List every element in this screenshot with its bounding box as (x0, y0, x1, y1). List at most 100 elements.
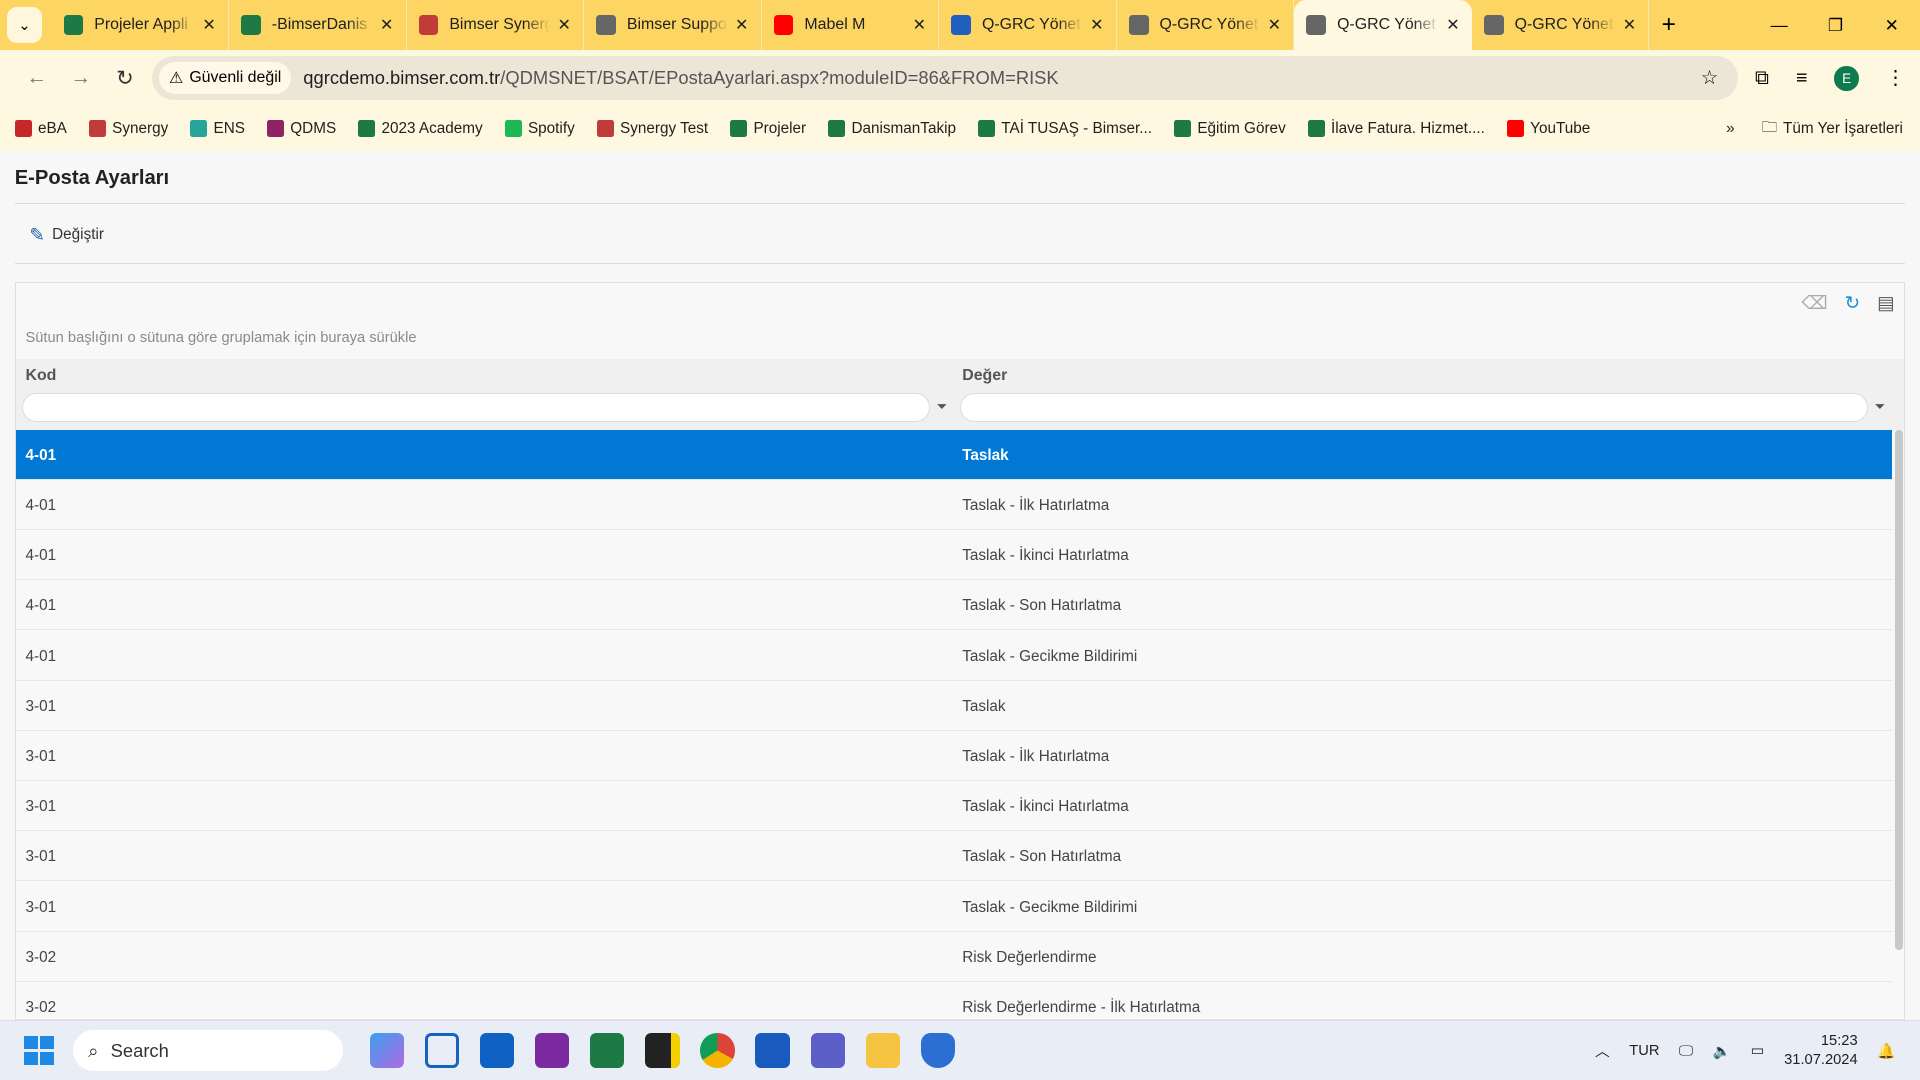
taskbar-search[interactable]: ⌕ Search (73, 1029, 343, 1072)
bookmark-item[interactable]: Eğitim Görev (1174, 120, 1286, 138)
browser-tab[interactable]: Projeler Appli ✕ (51, 0, 229, 51)
restore-button[interactable]: ❐ (1807, 0, 1863, 50)
bookmark-item[interactable]: Synergy Test (596, 120, 708, 138)
table-row[interactable]: 3-01 Taslak - İkinci Hatırlatma (15, 781, 1893, 832)
close-window-button[interactable]: ✕ (1864, 0, 1920, 50)
close-tab-icon[interactable]: ✕ (1446, 15, 1459, 35)
table-row[interactable]: 4-01 Taslak - Son Hatırlatma (15, 580, 1893, 631)
bookmark-item[interactable]: Spotify (504, 120, 575, 138)
close-tab-icon[interactable]: ✕ (913, 15, 926, 35)
table-row[interactable]: 3-01 Taslak (15, 681, 1893, 731)
close-tab-icon[interactable]: ✕ (1268, 15, 1281, 35)
excel-icon[interactable] (590, 1033, 625, 1068)
word-icon[interactable] (755, 1033, 790, 1068)
all-bookmarks-folder[interactable]: 🗀 Tüm Yer İşaretleri (1762, 116, 1903, 142)
cell-deger: Taslak (962, 446, 1009, 464)
table-row[interactable]: 4-01 Taslak (15, 429, 1893, 480)
bookmark-item[interactable]: İlave Fatura. Hizmet.... (1307, 120, 1485, 138)
browser-tab[interactable]: Bimser Synerg ✕ (407, 0, 585, 51)
bookmark-favicon-icon (190, 119, 208, 138)
language-indicator[interactable]: TUR (1629, 1043, 1659, 1059)
page-content: E-Posta Ayarları ✎ Değiştir ⌫ ↻ ▤ Sütun b… (0, 150, 1920, 1032)
bookmark-item[interactable]: eBA (14, 120, 67, 138)
volume-icon[interactable]: 🔈 (1713, 1042, 1731, 1060)
filter-icon[interactable]: ⏷ (937, 399, 948, 415)
widgets-icon[interactable] (424, 1033, 460, 1068)
column-header-deger[interactable]: Değer (962, 367, 1007, 385)
close-tab-icon[interactable]: ✕ (1090, 15, 1103, 35)
vertical-scrollbar[interactable] (1894, 429, 1904, 950)
table-row[interactable]: 4-01 Taslak - Gecikme Bildirimi (15, 630, 1893, 681)
filter-icon[interactable]: ⏷ (1874, 399, 1885, 415)
table-row[interactable]: 3-01 Taslak - İlk Hatırlatma (15, 731, 1893, 781)
kod-filter-input[interactable] (21, 392, 931, 423)
table-row[interactable]: 4-01 Taslak - İlk Hatırlatma (15, 480, 1893, 530)
close-tab-icon[interactable]: ✕ (1623, 15, 1636, 35)
new-tab-button[interactable]: + (1662, 11, 1676, 39)
browser-tab[interactable]: Q-GRC Yönet ✕ (939, 0, 1117, 51)
show-hidden-icons[interactable]: ︿ (1595, 1040, 1610, 1061)
notifications-icon[interactable]: 🔔 (1877, 1042, 1895, 1060)
extensions-icon[interactable]: ⧉ (1755, 67, 1769, 90)
minimize-button[interactable]: — (1751, 0, 1807, 50)
teams-icon[interactable] (810, 1033, 845, 1068)
media-control-icon[interactable]: ≡ (1796, 67, 1807, 90)
tab-strip: ⌄ Projeler Appli ✕ -BimserDanis ✕ Bimser Syn… (0, 0, 1920, 51)
table-row[interactable]: 3-01 Taslak - Son Hatırlatma (15, 831, 1893, 882)
browser-tab[interactable]: Q-GRC Yönet ✕ (1472, 0, 1650, 51)
onenote-icon[interactable] (535, 1033, 570, 1068)
bookmark-item[interactable]: DanismanTakip (828, 120, 956, 138)
excel-icon (241, 15, 261, 35)
copilot-icon[interactable] (369, 1033, 405, 1068)
column-chooser-icon[interactable]: ▤ (1877, 292, 1894, 314)
address-bar[interactable]: ⚠ Güvenli değil qgrcdemo.bimser.com.tr/QD… (151, 56, 1738, 101)
bookmark-item[interactable]: TAİ TUSAŞ - Bimser... (978, 120, 1152, 138)
security-chip[interactable]: ⚠ Güvenli değil (159, 62, 292, 95)
deger-filter-input[interactable] (959, 392, 1869, 423)
windows-start-icon[interactable] (24, 1035, 54, 1066)
table-row[interactable]: 4-01 Taslak - İkinci Hatırlatma (15, 530, 1893, 581)
network-icon[interactable]: 🖵 (1679, 1043, 1693, 1059)
date: 31.07.2024 (1784, 1051, 1858, 1068)
battery-icon[interactable]: ▭ (1751, 1042, 1765, 1059)
chrome-icon[interactable] (700, 1033, 735, 1068)
bookmark-item[interactable]: 2023 Academy (358, 120, 483, 138)
menu-icon[interactable]: ⋮ (1886, 66, 1906, 90)
close-tab-icon[interactable]: ✕ (557, 15, 570, 35)
bookmark-item[interactable]: Synergy (88, 120, 168, 138)
close-tab-icon[interactable]: ✕ (735, 15, 748, 35)
reload-button[interactable]: ↻ (103, 66, 147, 91)
more-bookmarks-icon[interactable]: » (1726, 120, 1735, 138)
browser-tab[interactable]: Q-GRC Yönet ✕ (1294, 0, 1472, 51)
browser-tab[interactable]: Q-GRC Yönet ✕ (1117, 0, 1295, 51)
security-shield-icon[interactable] (920, 1033, 955, 1068)
browser-tab[interactable]: -BimserDanis ✕ (229, 0, 407, 51)
bookmark-item[interactable]: QDMS (267, 120, 336, 138)
sticky-notes-icon[interactable] (645, 1033, 680, 1068)
close-tab-icon[interactable]: ✕ (202, 15, 215, 35)
table-row[interactable]: 3-01 Taslak - Gecikme Bildirimi (15, 881, 1893, 932)
tab-search-button[interactable]: ⌄ (7, 6, 42, 44)
forward-button[interactable]: → (59, 66, 103, 90)
group-panel-hint: Sütun başlığını o sütuna göre gruplamak … (25, 330, 417, 347)
browser-tab[interactable]: Mabel M ✕ (762, 0, 940, 51)
bookmark-item[interactable]: ENS (190, 120, 245, 138)
refresh-icon[interactable]: ↻ (1845, 292, 1860, 314)
bookmark-star-icon[interactable]: ☆ (1701, 66, 1719, 90)
url-text[interactable]: qgrcdemo.bimser.com.tr/QDMSNET/BSAT/EPos… (303, 67, 1700, 89)
edit-button[interactable]: ✎ Değiştir (29, 224, 104, 246)
bookmark-label: Eğitim Görev (1197, 119, 1286, 137)
column-header-kod[interactable]: Kod (25, 367, 56, 385)
clock[interactable]: 15:23 31.07.2024 (1784, 1032, 1858, 1069)
browser-tab[interactable]: Bimser Suppo ✕ (584, 0, 762, 51)
cell-deger: Taslak - Son Hatırlatma (962, 597, 1122, 615)
profile-avatar[interactable]: E (1834, 66, 1859, 91)
file-explorer-icon[interactable] (865, 1033, 900, 1068)
clear-filter-icon[interactable]: ⌫ (1802, 292, 1828, 314)
bookmark-item[interactable]: YouTube (1506, 120, 1590, 138)
bookmark-item[interactable]: Projeler (730, 120, 806, 138)
back-button[interactable]: ← (15, 66, 59, 90)
close-tab-icon[interactable]: ✕ (380, 15, 393, 35)
table-row[interactable]: 3-02 Risk Değerlendirme (15, 932, 1893, 982)
outlook-icon[interactable] (479, 1033, 515, 1068)
